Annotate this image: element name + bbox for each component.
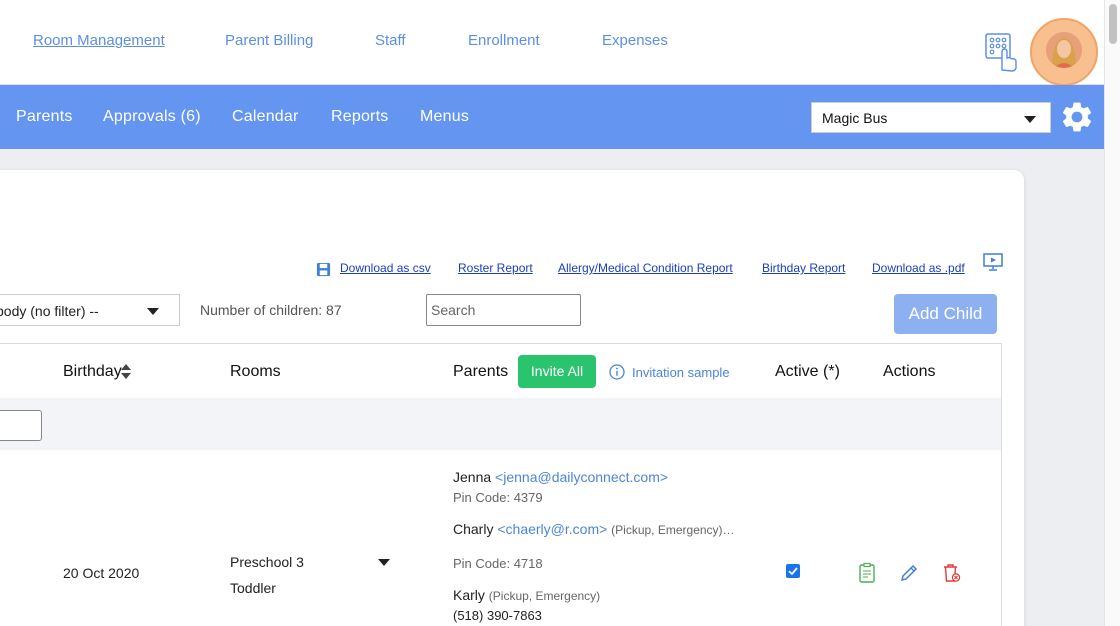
site-select[interactable]: Magic Bus xyxy=(811,102,1051,133)
nav-enrollment[interactable]: Enrollment xyxy=(468,32,540,49)
avatar[interactable] xyxy=(1046,32,1082,68)
birthday-cell: 20 Oct 2020 xyxy=(63,565,140,581)
edit-pencil-icon[interactable] xyxy=(898,562,920,584)
scrollbar-thumb[interactable] xyxy=(1109,4,1117,44)
name-filter-input[interactable] xyxy=(0,410,42,441)
room-filter-select[interactable]: -- Everybody (no filter) -- xyxy=(0,294,180,326)
room-filter-value: -- Everybody (no filter) -- xyxy=(0,303,99,319)
children-count: Number of children: 87 xyxy=(200,302,342,318)
actions-header: Actions xyxy=(883,363,936,380)
invite-all-button[interactable]: Invite All xyxy=(518,355,596,388)
main-nav: Parents Approvals (6) Calendar Reports M… xyxy=(0,85,1104,149)
parent-entry: Karly (Pickup, Emergency) xyxy=(453,587,600,603)
nav-reports[interactable]: Reports xyxy=(331,108,388,126)
nav-expenses[interactable]: Expenses xyxy=(602,32,668,49)
parent-roles: (Pickup, Emergency)… xyxy=(611,523,735,537)
chevron-down-icon[interactable] xyxy=(378,559,390,566)
parent-email[interactable]: <jenna@dailyconnect.com> xyxy=(495,469,668,485)
sort-icon[interactable] xyxy=(120,363,132,380)
add-child-button[interactable]: Add Child xyxy=(894,294,997,334)
birthday-header[interactable]: Birthday xyxy=(63,363,122,381)
pin-code: Pin Code: 4379 xyxy=(453,490,543,505)
parent-name: Charly xyxy=(453,521,494,537)
download-pdf-link[interactable]: Download as .pdf xyxy=(872,261,965,275)
page-scrollbar[interactable] xyxy=(1104,0,1120,626)
nav-staff[interactable]: Staff xyxy=(375,32,406,49)
allergy-report-link[interactable]: Allergy/Medical Condition Report xyxy=(558,261,733,275)
nav-calendar[interactable]: Calendar xyxy=(232,108,299,126)
pin-code: Pin Code: 4718 xyxy=(453,556,543,571)
birthday-report-link[interactable]: Birthday Report xyxy=(762,261,845,275)
parent-roles: (Pickup, Emergency) xyxy=(488,589,601,603)
invitation-sample-link[interactable]: Invitation sample xyxy=(632,365,730,380)
nav-room-management[interactable]: Room Management xyxy=(33,32,165,49)
rooms-header: Rooms xyxy=(230,363,281,380)
search-input[interactable] xyxy=(426,294,581,326)
clipboard-icon[interactable] xyxy=(856,562,878,584)
parent-name: Karly xyxy=(453,587,485,603)
chevron-down-icon xyxy=(147,308,159,315)
floppy-disk-icon xyxy=(316,262,331,277)
room-item: Toddler xyxy=(230,580,276,596)
parent-email[interactable]: <chaerly@r.com> xyxy=(497,521,607,537)
download-csv-link[interactable]: Download as csv xyxy=(340,261,431,275)
parent-phone: (518) 390-7863 xyxy=(453,608,542,623)
parents-header: Parents xyxy=(453,363,509,380)
top-nav: Room Management Parent Billing Staff Enr… xyxy=(0,0,1104,86)
site-select-value: Magic Bus xyxy=(822,110,888,126)
table-filter-row xyxy=(0,398,1001,450)
kiosk-mode-icon[interactable] xyxy=(982,30,1020,72)
parent-name: Jenna xyxy=(453,469,492,485)
parent-entry: Charly <chaerly@r.com> (Pickup, Emergenc… xyxy=(453,521,735,537)
info-icon[interactable] xyxy=(609,364,625,380)
nav-parent-billing[interactable]: Parent Billing xyxy=(225,32,313,49)
roster-report-link[interactable]: Roster Report xyxy=(458,261,533,275)
nav-menus[interactable]: Menus xyxy=(420,108,469,126)
active-checkbox[interactable] xyxy=(786,564,800,578)
nav-approvals[interactable]: Approvals (6) xyxy=(103,108,201,126)
delete-trash-icon[interactable] xyxy=(940,562,962,584)
gear-icon[interactable] xyxy=(1059,99,1095,135)
parent-entry: Jenna <jenna@dailyconnect.com> xyxy=(453,469,668,485)
nav-parents[interactable]: Parents xyxy=(16,108,73,126)
active-header: Active (*) xyxy=(775,363,840,380)
presentation-icon[interactable] xyxy=(982,252,1004,272)
chevron-down-icon xyxy=(1024,116,1036,123)
room-item: Preschool 3 xyxy=(230,554,304,570)
